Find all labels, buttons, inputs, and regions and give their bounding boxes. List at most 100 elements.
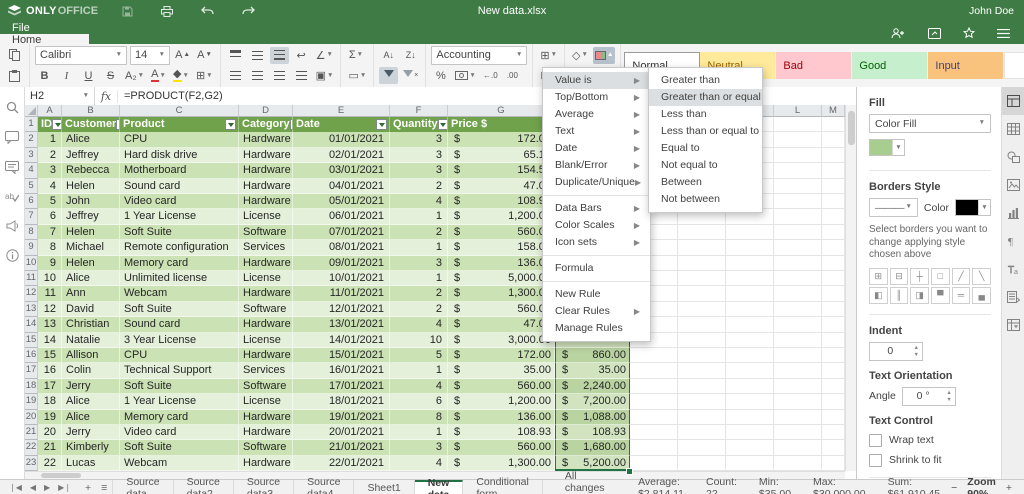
filter-button-Quantity[interactable] [438, 119, 448, 130]
column-header-D[interactable]: D [239, 105, 293, 117]
wrap-text-button[interactable]: ↩ [292, 47, 311, 64]
cell-empty[interactable] [822, 302, 845, 317]
cell-quantity[interactable]: 2 [390, 286, 448, 301]
menu-item-manage-rules[interactable]: Manage Rules [543, 320, 650, 337]
menu-item-greater-than-or-equal-to[interactable]: Greater than or equal to [649, 89, 762, 106]
cell-price[interactable]: $560.00 [448, 440, 555, 455]
sort-ascending-button[interactable]: A↓ [379, 47, 398, 64]
cell-empty[interactable] [822, 410, 845, 425]
cell-category[interactable]: Hardware [239, 286, 293, 301]
align-left-button[interactable] [226, 67, 245, 84]
menu-item-color-scales[interactable]: Color Scales▶ [543, 217, 650, 234]
cell-id[interactable]: 6 [38, 209, 62, 224]
cell-date[interactable]: 01/01/2021 [293, 132, 390, 147]
cell-price[interactable]: $154.50 [448, 163, 555, 178]
cell-empty[interactable] [630, 363, 678, 378]
row-header-23[interactable]: 23 [25, 456, 38, 471]
sheet-tab-source-data[interactable]: Source data [112, 480, 173, 494]
cell-price[interactable]: $560.00 [448, 302, 555, 317]
cell-id[interactable]: 8 [38, 240, 62, 255]
cell-empty[interactable] [630, 394, 678, 409]
cell-quantity[interactable]: 3 [390, 148, 448, 163]
menu-item-icon-sets[interactable]: Icon sets▶ [543, 234, 650, 251]
copy-button[interactable] [5, 47, 24, 64]
cell-empty[interactable] [774, 286, 822, 301]
cell-empty[interactable] [822, 379, 845, 394]
comments-icon[interactable] [5, 131, 19, 144]
cell-date[interactable]: 13/01/2021 [293, 317, 390, 332]
cell-product[interactable]: Webcam [120, 456, 239, 471]
cell-category[interactable]: Hardware [239, 132, 293, 147]
cell-empty[interactable] [678, 440, 726, 455]
sort-descending-button[interactable]: Z↓ [401, 47, 420, 64]
paste-button[interactable] [5, 67, 24, 84]
about-icon[interactable] [6, 249, 19, 262]
cell-category[interactable]: Software [239, 440, 293, 455]
cell-date[interactable]: 05/01/2021 [293, 194, 390, 209]
open-file-location-icon[interactable] [928, 28, 941, 39]
cell-empty[interactable] [726, 286, 774, 301]
row-header-6[interactable]: 6 [25, 194, 38, 209]
cell-id[interactable]: 3 [38, 163, 62, 178]
chat-icon[interactable] [5, 161, 19, 174]
search-icon[interactable] [6, 101, 19, 114]
autosum-button[interactable]: Σ▼ [346, 47, 365, 64]
cell-empty[interactable] [678, 425, 726, 440]
number-format-select[interactable]: Accounting▼ [431, 46, 527, 65]
cell-quantity[interactable]: 2 [390, 225, 448, 240]
cell-category[interactable]: Hardware [239, 456, 293, 471]
table-header-Category[interactable]: Category [239, 117, 293, 132]
row-header-13[interactable]: 13 [25, 302, 38, 317]
border-outer-inner-button[interactable]: ⊞ [869, 268, 888, 285]
cell-date[interactable]: 07/01/2021 [293, 225, 390, 240]
increase-font-button[interactable]: A▲ [173, 47, 192, 64]
cell-empty[interactable] [822, 132, 845, 147]
favorite-star-icon[interactable] [963, 27, 975, 39]
menu-item-not-equal-to[interactable]: Not equal to [649, 157, 762, 174]
cell-empty[interactable] [726, 425, 774, 440]
cell-empty[interactable] [726, 456, 774, 471]
border-color-swatch[interactable]: ▼ [955, 199, 991, 216]
cell-category[interactable]: Hardware [239, 425, 293, 440]
cell-product[interactable]: 1 Year License [120, 209, 239, 224]
cell-id[interactable]: 18 [38, 394, 62, 409]
add-sheet-button[interactable]: + [80, 480, 96, 494]
menu-item-not-between[interactable]: Not between [649, 191, 762, 208]
cell-empty[interactable] [822, 440, 845, 455]
cell-date[interactable]: 15/01/2021 [293, 348, 390, 363]
cell-date[interactable]: 18/01/2021 [293, 394, 390, 409]
row-header-12[interactable]: 12 [25, 286, 38, 301]
cell-empty[interactable] [774, 363, 822, 378]
cell-product[interactable]: Memory card [120, 256, 239, 271]
cell-empty[interactable] [774, 225, 822, 240]
row-header-21[interactable]: 21 [25, 425, 38, 440]
cell-empty[interactable] [678, 317, 726, 332]
cell-total[interactable]: $7,200.00 [555, 394, 630, 409]
cell-product[interactable]: Memory card [120, 410, 239, 425]
cell-empty[interactable] [726, 379, 774, 394]
cell-product[interactable]: Soft Suite [120, 440, 239, 455]
cell-price[interactable]: $1,200.00 [448, 209, 555, 224]
increase-decimal-button[interactable]: .00 [503, 67, 522, 84]
cell-category[interactable]: License [239, 333, 293, 348]
row-header-17[interactable]: 17 [25, 363, 38, 378]
border-inner-button[interactable]: ⊟ [890, 268, 909, 285]
highlight-color-button[interactable]: ◆▼ [171, 67, 191, 84]
row-header-19[interactable]: 19 [25, 394, 38, 409]
cell-empty[interactable] [822, 271, 845, 286]
cell-product[interactable]: Video card [120, 425, 239, 440]
slicer-settings-icon[interactable] [1002, 283, 1024, 311]
row-header-8[interactable]: 8 [25, 225, 38, 240]
row-header-22[interactable]: 22 [25, 440, 38, 455]
cell-total[interactable]: $2,240.00 [555, 379, 630, 394]
cell-id[interactable]: 19 [38, 410, 62, 425]
table-settings-icon[interactable] [1002, 115, 1024, 143]
cell-total[interactable]: $108.93 [555, 425, 630, 440]
align-top-button[interactable] [226, 47, 245, 64]
cell-product[interactable]: 1 Year License [120, 394, 239, 409]
cell-empty[interactable] [774, 194, 822, 209]
menu-item-text[interactable]: Text▶ [543, 123, 650, 140]
cell-category[interactable]: License [239, 271, 293, 286]
cell-id[interactable]: 14 [38, 333, 62, 348]
cell-quantity[interactable]: 2 [390, 302, 448, 317]
